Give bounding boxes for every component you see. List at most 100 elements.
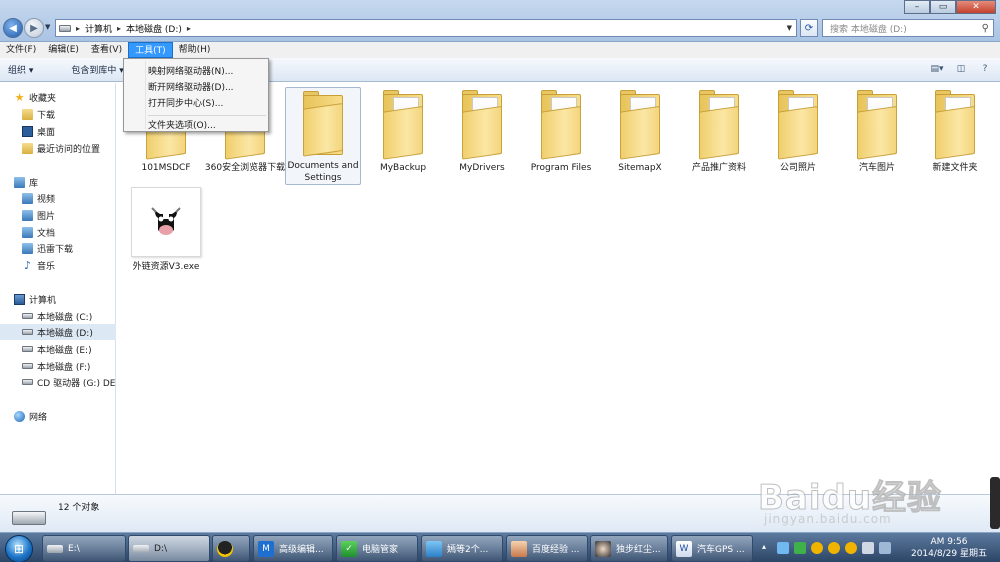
menu-bar: 文件(F) 编辑(E) 查看(V) 工具(T) 帮助(H) xyxy=(0,42,1000,58)
menu-item-map-network-drive[interactable]: 映射网络驱动器(N)... xyxy=(148,64,233,77)
show-hidden-icons-icon[interactable]: ▴ xyxy=(762,542,772,554)
taskbar-item-chat[interactable]: 嫣等2个... xyxy=(421,535,503,562)
sidebar-label: 迅雷下载 xyxy=(37,244,74,255)
folder-icon xyxy=(931,90,979,160)
forward-button[interactable]: ▶ xyxy=(24,18,44,38)
sidebar-item-drive-e[interactable]: 本地磁盘 (E:) xyxy=(0,341,116,357)
sidebar-item-recent-places[interactable]: 最近访问的位置 xyxy=(0,140,116,156)
chevron-right-icon[interactable]: ▸ xyxy=(117,24,121,33)
folder-item[interactable]: 新建文件夹 xyxy=(917,87,993,185)
taskbar-item-word-doc[interactable]: W 汽车GPS ... xyxy=(671,535,753,562)
drive-icon xyxy=(22,363,33,369)
sidebar-favorites[interactable]: ★ 收藏夹 xyxy=(0,89,116,105)
taskbar-item-explorer-d[interactable]: D:\ xyxy=(128,535,210,562)
breadcrumb-drive-d[interactable]: 本地磁盘 (D:) xyxy=(126,22,182,35)
window-titlebar: – ▭ ✕ ◀ ▶ ▼ ▸ 计算机 ▸ 本地磁盘 (D:) ▸ ▼ ⟳ 搜索 本… xyxy=(0,0,1000,42)
menu-item-open-sync-center[interactable]: 打开同步中心(S)... xyxy=(148,96,223,109)
drive-icon xyxy=(22,346,33,352)
help-icon[interactable]: ? xyxy=(976,62,994,76)
sidebar-item-desktop[interactable]: 桌面 xyxy=(0,123,116,139)
flag-icon[interactable] xyxy=(879,542,891,554)
qq-penguin-icon xyxy=(217,540,233,557)
chevron-down-icon[interactable]: ▼ xyxy=(787,24,792,32)
sidebar-item-thunder-downloads[interactable]: 迅雷下载 xyxy=(0,240,116,256)
folder-item[interactable]: 产品推广资料 xyxy=(681,87,757,185)
menu-help[interactable]: 帮助(H) xyxy=(173,42,217,58)
taskbar-item-explorer-e[interactable]: E:\ xyxy=(42,535,126,562)
star-icon: ★ xyxy=(14,90,25,104)
exe-item[interactable]: 外链资源V3.exe xyxy=(128,187,204,275)
menu-edit[interactable]: 编辑(E) xyxy=(42,42,85,58)
sidebar-computer[interactable]: 计算机 xyxy=(0,291,116,307)
search-icon[interactable]: ⚲ xyxy=(982,23,989,34)
file-name: 新建文件夹 xyxy=(932,163,978,173)
start-button[interactable]: ⊞ xyxy=(5,535,33,562)
qq-tray-icon-2[interactable] xyxy=(828,542,840,554)
sidebar-item-drive-d[interactable]: 本地磁盘 (D:) xyxy=(0,324,116,340)
sidebar-item-cd-drive-g[interactable]: CD 驱动器 (G:) DEE xyxy=(0,374,116,390)
chat-window-icon xyxy=(426,540,442,557)
taskbar-item-baidu-jingyan[interactable]: 百度经验 ... xyxy=(506,535,588,562)
sidebar-item-documents[interactable]: 文档 xyxy=(0,224,116,240)
folder-icon xyxy=(299,91,347,157)
people-icon xyxy=(511,540,527,557)
downloads-folder-icon xyxy=(22,108,33,120)
qq-tray-icon-3[interactable] xyxy=(845,542,857,554)
include-in-library-button[interactable]: 包含到库中 ▾ xyxy=(63,63,131,76)
recent-pages-dropdown[interactable]: ▼ xyxy=(45,23,50,31)
shield-tray-icon[interactable] xyxy=(794,542,806,554)
folder-item[interactable]: MyDrivers xyxy=(444,87,520,185)
sidebar-item-drive-f[interactable]: 本地磁盘 (F:) xyxy=(0,358,116,374)
network-tray-icon[interactable] xyxy=(777,542,789,554)
qq-tray-icon[interactable] xyxy=(811,542,823,554)
folder-item[interactable]: 公司照片 xyxy=(760,87,836,185)
folder-item[interactable]: SitemapX xyxy=(602,87,678,185)
taskbar-item-pc-manager[interactable]: ✓ 电脑管家 xyxy=(336,535,418,562)
preview-pane-icon[interactable]: ◫ xyxy=(952,62,970,76)
desktop-icon xyxy=(22,125,33,137)
volume-icon[interactable] xyxy=(862,542,874,554)
sidebar-item-drive-c[interactable]: 本地磁盘 (C:) xyxy=(0,308,116,324)
breadcrumb-computer[interactable]: 计算机 xyxy=(85,22,112,35)
address-bar[interactable]: ▸ 计算机 ▸ 本地磁盘 (D:) ▸ ▼ xyxy=(55,19,797,37)
change-view-icon[interactable]: ▤▾ xyxy=(928,62,946,76)
organize-button[interactable]: 组织 ▾ xyxy=(0,63,41,76)
menu-tools[interactable]: 工具(T) xyxy=(128,42,173,58)
sidebar-network[interactable]: 网络 xyxy=(0,408,116,424)
video-library-icon xyxy=(22,192,33,204)
taskbar-clock[interactable]: AM 9:56 2014/8/29 星期五 xyxy=(906,536,992,560)
refresh-button[interactable]: ⟳ xyxy=(800,19,818,37)
menu-item-disconnect-network-drive[interactable]: 断开网络驱动器(D)... xyxy=(148,80,234,93)
minimize-button[interactable]: – xyxy=(904,0,930,14)
search-input[interactable]: 搜索 本地磁盘 (D:) ⚲ xyxy=(822,19,994,37)
menu-view[interactable]: 查看(V) xyxy=(85,42,128,58)
taskbar-item-qq[interactable] xyxy=(212,535,250,562)
folder-item-selected[interactable]: Documents and Settings xyxy=(285,87,361,185)
folder-icon xyxy=(458,90,506,160)
taskbar-item-maxthon[interactable]: M 高级编辑... xyxy=(253,535,333,562)
file-name: 公司照片 xyxy=(779,163,816,173)
sidebar-item-pictures[interactable]: 图片 xyxy=(0,207,116,223)
sidebar-item-downloads[interactable]: 下载 xyxy=(0,106,116,122)
sidebar-label: 文档 xyxy=(37,228,56,239)
maximize-button[interactable]: ▭ xyxy=(930,0,956,14)
back-button[interactable]: ◀ xyxy=(3,18,23,38)
chevron-right-icon[interactable]: ▸ xyxy=(187,24,191,33)
sidebar-label: 下载 xyxy=(37,110,56,121)
chevron-right-icon[interactable]: ▸ xyxy=(76,24,80,33)
computer-icon xyxy=(14,293,25,305)
avatar xyxy=(595,540,611,557)
folder-item[interactable]: Program Files xyxy=(523,87,599,185)
menu-file[interactable]: 文件(F) xyxy=(0,42,42,58)
clock-time: AM 9:56 xyxy=(930,537,968,547)
sidebar-item-music[interactable]: ♪ 音乐 xyxy=(0,257,116,273)
side-scroll-indicator xyxy=(990,477,1000,529)
close-button[interactable]: ✕ xyxy=(956,0,996,14)
folder-item[interactable]: MyBackup xyxy=(365,87,441,185)
folder-icon xyxy=(616,90,664,160)
taskbar-item-contact[interactable]: 独步红尘... xyxy=(590,535,668,562)
sidebar-libraries[interactable]: 库 xyxy=(0,174,116,190)
sidebar-item-videos[interactable]: 视频 xyxy=(0,190,116,206)
folder-item[interactable]: 汽车图片 xyxy=(839,87,915,185)
menu-item-folder-options[interactable]: 文件夹选项(O)... xyxy=(148,118,216,131)
